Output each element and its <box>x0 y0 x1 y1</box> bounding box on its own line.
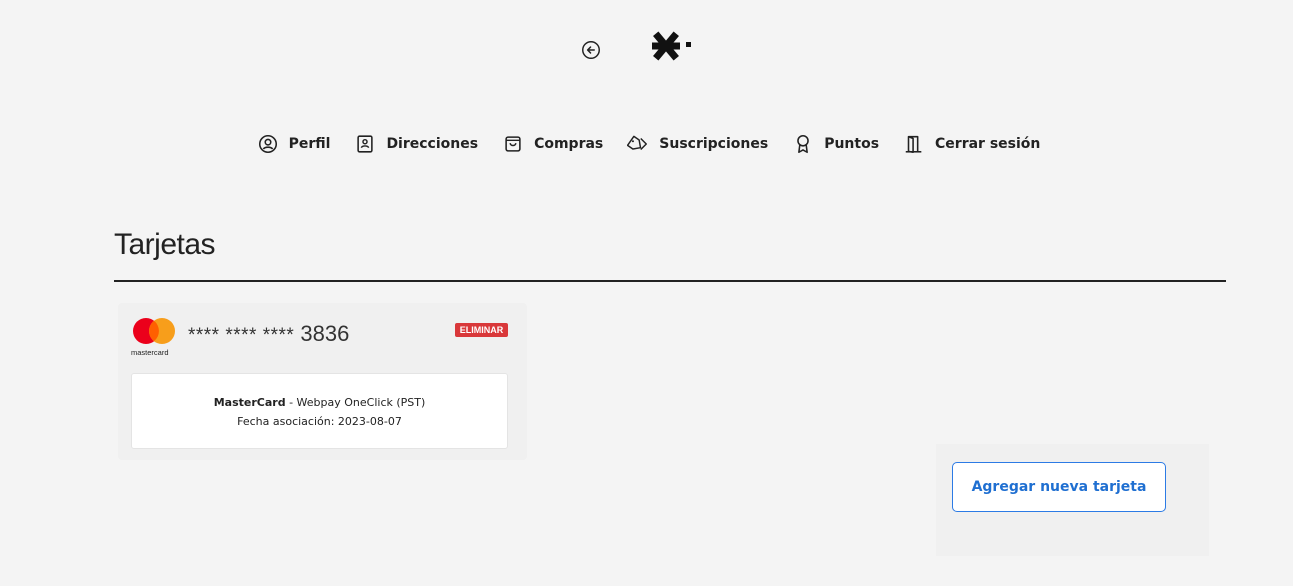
nav-item-suscripciones[interactable]: Suscripciones <box>627 133 768 155</box>
tags-icon <box>627 135 648 151</box>
card-brand: MasterCard <box>213 396 286 409</box>
nav-label-cerrar-sesion: Cerrar sesión <box>935 136 1041 152</box>
add-card-panel: Agregar nueva tarjeta <box>936 444 1209 556</box>
brand-logo[interactable] <box>648 28 694 64</box>
card-provider-line: MasterCard - Webpay OneClick (PST) <box>132 396 507 409</box>
card-number: **** **** **** 3836 <box>188 321 349 347</box>
add-card-button[interactable]: Agregar nueva tarjeta <box>952 462 1166 512</box>
nav-item-cerrar-sesion[interactable]: Cerrar sesión <box>903 133 1040 155</box>
card-provider: - Webpay OneClick (PST) <box>285 396 426 409</box>
card-last-digits: 3836 <box>300 321 350 346</box>
nav-label-compras: Compras <box>534 136 604 152</box>
delete-card-button[interactable]: ELIMINAR <box>455 323 508 337</box>
nav-item-perfil[interactable]: Perfil <box>257 133 331 155</box>
user-circle-icon <box>258 134 277 154</box>
nav-item-puntos[interactable]: Puntos <box>792 133 879 155</box>
card-masked-digits: **** **** **** <box>188 325 295 346</box>
mastercard-logo-text: mastercard <box>131 348 169 357</box>
nav-label-direcciones: Direcciones <box>386 136 479 152</box>
mastercard-logo-icon: mastercard <box>131 318 175 357</box>
nav-label-suscripciones: Suscripciones <box>659 136 769 152</box>
nav-label-puntos: Puntos <box>824 136 880 152</box>
page-title: Tarjetas <box>114 228 216 261</box>
nav-item-direcciones[interactable]: Direcciones <box>354 133 478 155</box>
saved-card: mastercard **** **** **** 3836 ELIMINAR … <box>118 303 527 460</box>
card-association-date: Fecha asociación: 2023-08-07 <box>237 415 402 428</box>
door-exit-icon <box>905 135 922 154</box>
nav-item-compras[interactable]: Compras <box>502 133 603 155</box>
award-ribbon-icon <box>797 134 810 154</box>
arrow-left-circle-icon[interactable] <box>580 39 602 61</box>
title-divider <box>114 280 1226 282</box>
card-details-box: MasterCard - Webpay OneClick (PST) Fecha… <box>131 373 508 449</box>
address-book-icon <box>357 135 374 153</box>
top-bar <box>0 28 1293 68</box>
shopping-bag-icon <box>505 136 521 152</box>
account-nav: Perfil Direcciones Compras Suscripciones… <box>0 133 1293 155</box>
nav-label-perfil: Perfil <box>288 136 331 152</box>
